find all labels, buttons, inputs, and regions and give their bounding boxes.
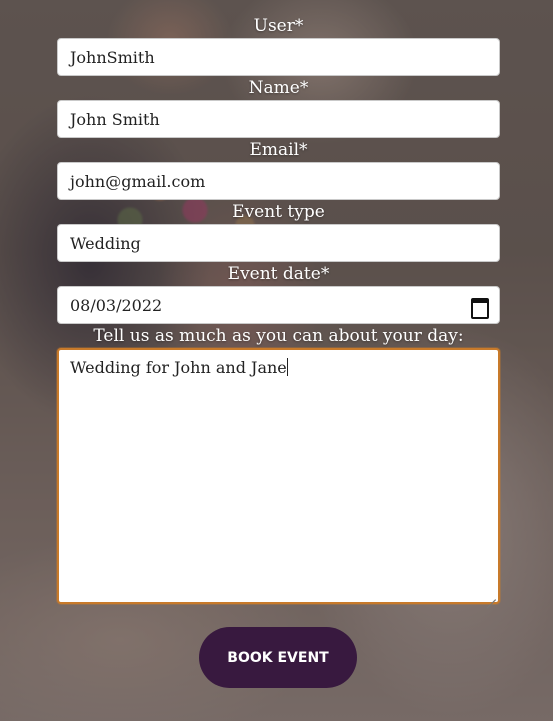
text-caret — [286, 358, 288, 376]
calendar-icon[interactable] — [471, 296, 489, 319]
event-date-field-group: Event date* 08/03/2022 — [57, 262, 500, 324]
user-input[interactable]: JohnSmith — [57, 38, 500, 76]
booking-form: User* JohnSmith Name* John Smith Email* … — [57, 14, 500, 604]
event-type-input-value: Wedding — [70, 233, 141, 253]
email-input[interactable]: john@gmail.com — [57, 162, 500, 200]
email-field-group: Email* john@gmail.com — [57, 138, 500, 200]
name-input[interactable]: John Smith — [57, 100, 500, 138]
email-input-value: john@gmail.com — [70, 171, 206, 191]
name-input-value: John Smith — [70, 109, 160, 129]
resize-handle-icon[interactable] — [486, 590, 496, 600]
email-label: Email* — [249, 140, 308, 160]
details-textarea[interactable]: Wedding for John and Jane — [57, 348, 500, 604]
name-field-group: Name* John Smith — [57, 76, 500, 138]
details-field-group: Tell us as much as you can about your da… — [57, 324, 500, 604]
book-event-button[interactable]: BOOK EVENT — [199, 627, 357, 688]
event-date-input-value: 08/03/2022 — [70, 295, 163, 315]
details-textarea-value: Wedding for John and Jane — [70, 358, 287, 377]
event-type-field-group: Event type Wedding — [57, 200, 500, 262]
event-date-label: Event date* — [227, 264, 330, 284]
user-field-group: User* JohnSmith — [57, 14, 500, 76]
event-date-input[interactable]: 08/03/2022 — [57, 286, 500, 324]
event-type-label: Event type — [232, 202, 325, 222]
user-input-value: JohnSmith — [70, 47, 155, 67]
details-label: Tell us as much as you can about your da… — [93, 326, 464, 346]
event-type-input[interactable]: Wedding — [57, 224, 500, 262]
user-label: User* — [253, 16, 304, 36]
name-label: Name* — [248, 78, 309, 98]
